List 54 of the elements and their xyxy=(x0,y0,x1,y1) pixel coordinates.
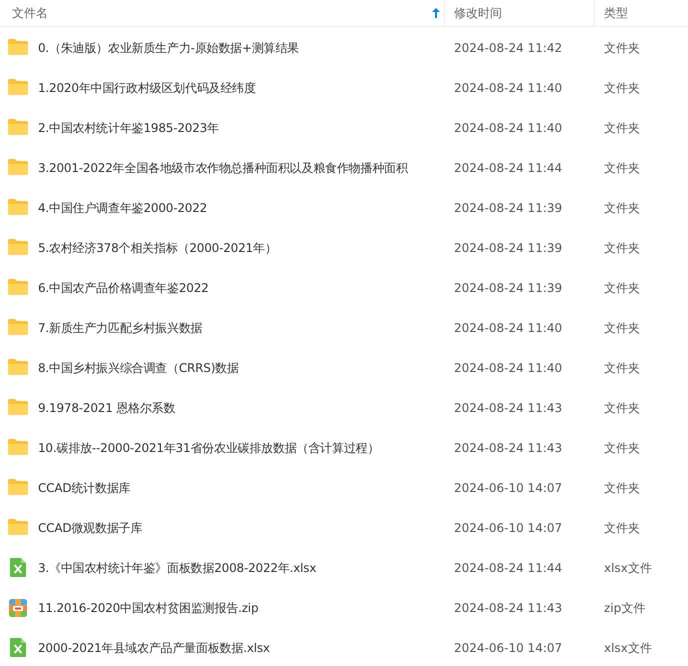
modified-time: 2024-08-24 11:40 xyxy=(454,361,562,375)
modified-time: 2024-06-10 14:07 xyxy=(454,641,562,655)
file-type: 文件夹 xyxy=(604,480,640,496)
file-name[interactable]: 7.新质生产力匹配乡村振兴数据 xyxy=(38,320,202,336)
modified-time: 2024-08-24 11:39 xyxy=(454,201,562,215)
file-type: xlsx文件 xyxy=(604,560,652,576)
modified-time: 2024-08-24 11:44 xyxy=(454,561,562,575)
file-type: 文件夹 xyxy=(604,520,640,536)
column-header[interactable]: 文件名 xyxy=(0,0,445,26)
modified-time: 2024-08-24 11:40 xyxy=(454,321,562,335)
file-name[interactable]: 3.《中国农村统计年鉴》面板数据2008-2022年.xlsx xyxy=(38,560,316,576)
file-type: zip文件 xyxy=(604,600,646,616)
file-name[interactable]: 4.中国住户调查年鉴2000-2022 xyxy=(38,200,208,216)
file-type: 文件夹 xyxy=(604,360,640,376)
file-name[interactable]: CCAD微观数据子库 xyxy=(38,520,142,536)
file-type: 文件夹 xyxy=(604,40,640,56)
file-name[interactable]: 9.1978-2021 恩格尔系数 xyxy=(38,400,176,416)
file-type: 文件夹 xyxy=(604,120,640,136)
column-header[interactable]: 修改时间 xyxy=(445,0,595,26)
file-type: 文件夹 xyxy=(604,440,640,456)
file-name[interactable]: 0.（朱迪版）农业新质生产力-原始数据+测算结果 xyxy=(38,40,300,56)
file-type: 文件夹 xyxy=(604,280,640,296)
file-name[interactable]: 2.中国农村统计年鉴1985-2023年 xyxy=(38,120,219,136)
spreadsheet-icon xyxy=(7,557,29,579)
file-name[interactable]: 10.碳排放--2000-2021年31省份农业碳排放数据（含计算过程） xyxy=(38,440,380,456)
file-name[interactable]: 5.农村经济378个相关指标（2000-2021年） xyxy=(38,240,277,256)
file-name[interactable]: 1.2020年中国行政村级区划代码及经纬度 xyxy=(38,80,256,96)
file-type: 文件夹 xyxy=(604,80,640,96)
file-name[interactable]: 3.2001-2022年全国各地级市农作物总播种面积以及粮食作物播种面积 xyxy=(38,160,408,176)
modified-time: 2024-08-24 11:44 xyxy=(454,161,562,175)
modified-time: 2024-08-24 11:43 xyxy=(454,441,562,455)
modified-time: 2024-06-10 14:07 xyxy=(454,481,562,495)
file-type: 文件夹 xyxy=(604,160,640,176)
file-name[interactable]: 11.2016-2020中国农村贫困监测报告.zip xyxy=(38,600,258,616)
file-name[interactable]: CCAD统计数据库 xyxy=(38,480,130,496)
modified-time: 2024-08-24 11:43 xyxy=(454,401,562,415)
modified-time: 2024-08-24 11:40 xyxy=(454,121,562,135)
file-type: 文件夹 xyxy=(604,240,640,256)
column-header[interactable]: 类型 xyxy=(595,0,688,26)
file-type: xlsx文件 xyxy=(604,640,652,656)
modified-time: 2024-06-10 14:07 xyxy=(454,521,562,535)
file-name[interactable]: 6.中国农产品价格调查年鉴2022 xyxy=(38,280,209,296)
modified-time: 2024-08-24 11:39 xyxy=(454,241,562,255)
modified-time: 2024-08-24 11:40 xyxy=(454,81,562,95)
file-name[interactable]: 2000-2021年县域农产品产量面板数据.xlsx xyxy=(38,640,270,656)
file-name[interactable]: 8.中国乡村振兴综合调查（CRRS)数据 xyxy=(38,360,239,376)
file-type: 文件夹 xyxy=(604,400,640,416)
file-type: 文件夹 xyxy=(604,320,640,336)
spreadsheet-icon xyxy=(7,637,29,659)
modified-time: 2024-08-24 11:43 xyxy=(454,601,562,615)
modified-time: 2024-08-24 11:39 xyxy=(454,281,562,295)
modified-time: 2024-08-24 11:42 xyxy=(454,41,562,55)
file-type: 文件夹 xyxy=(604,200,640,216)
archive-icon xyxy=(7,597,29,619)
